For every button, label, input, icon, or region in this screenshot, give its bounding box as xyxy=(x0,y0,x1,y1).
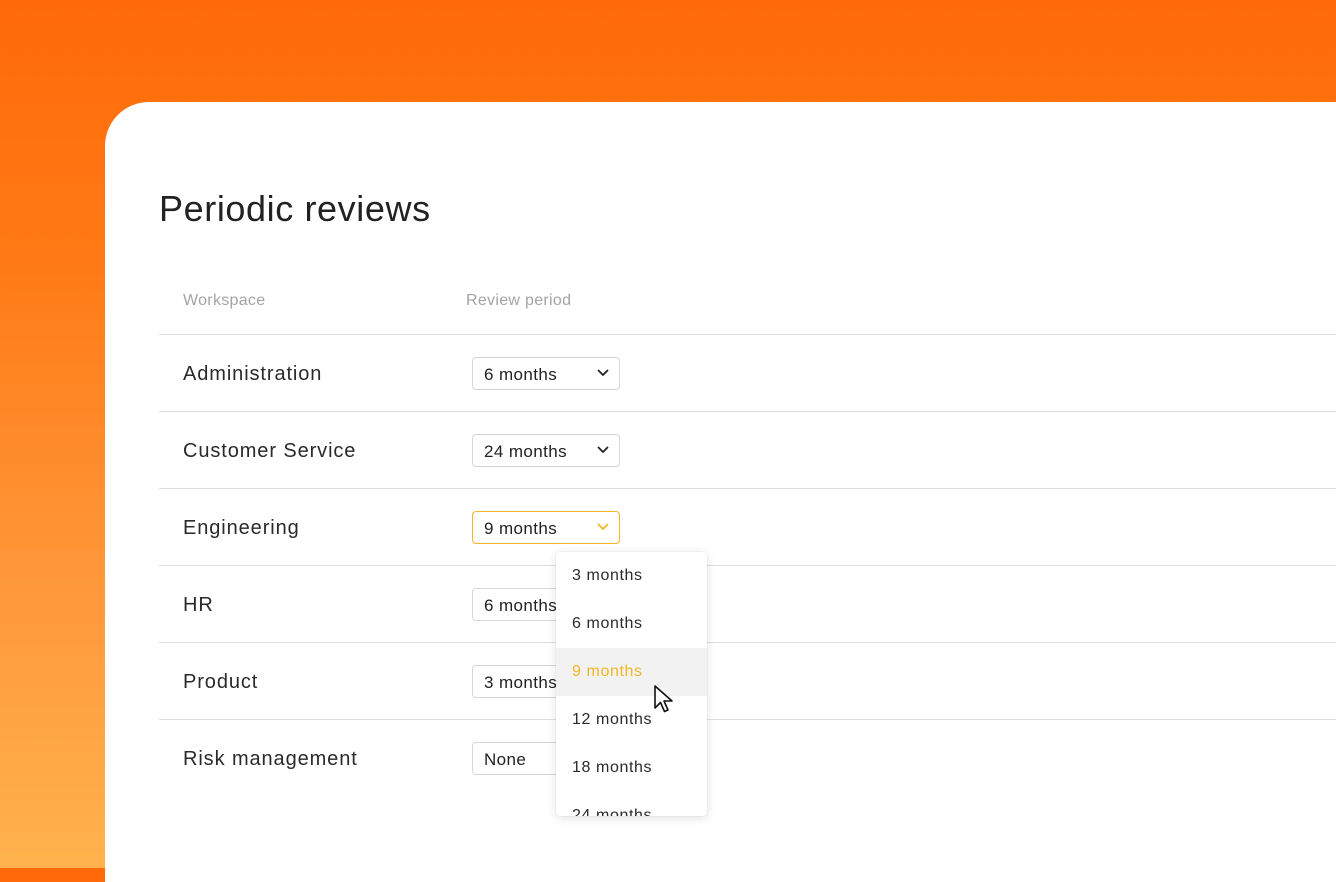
select-value: 3 months xyxy=(484,673,558,692)
workspace-name: HR xyxy=(183,594,214,616)
table-row: Risk management None xyxy=(159,720,1336,796)
workspace-name: Administration xyxy=(183,363,323,385)
review-period-select[interactable]: 24 months xyxy=(472,434,620,467)
chevron-down-icon xyxy=(597,446,609,453)
select-value: 24 months xyxy=(484,442,567,461)
select-value: 9 months xyxy=(484,519,558,538)
dropdown-option[interactable]: 24 months xyxy=(556,792,707,816)
chevron-down-icon xyxy=(597,369,609,376)
dropdown-option[interactable]: 18 months xyxy=(556,744,707,792)
table-row: Customer Service 24 months xyxy=(159,412,1336,489)
dropdown-option[interactable]: 6 months xyxy=(556,600,707,648)
column-header-workspace: Workspace xyxy=(183,292,266,309)
reviews-card: Periodic reviews Workspace Review period… xyxy=(105,102,1336,882)
select-value: None xyxy=(484,750,527,769)
review-period-select[interactable]: 6 months xyxy=(472,357,620,390)
workspace-name: Engineering xyxy=(183,517,300,539)
dropdown-option[interactable]: 3 months xyxy=(556,552,707,600)
workspace-name: Risk management xyxy=(183,748,358,770)
table-row: HR 6 months xyxy=(159,566,1336,643)
table-row: Engineering 9 months xyxy=(159,489,1336,566)
table-row: Administration 6 months xyxy=(159,335,1336,412)
dropdown-option[interactable]: 12 months xyxy=(556,696,707,744)
table-row: Product 3 months xyxy=(159,643,1336,720)
workspace-name: Customer Service xyxy=(183,440,357,462)
table-header: Workspace Review period xyxy=(159,292,1336,335)
review-period-dropdown-menu: 3 months 6 months 9 months 12 months 18 … xyxy=(556,552,707,816)
mouse-pointer-icon xyxy=(654,685,673,713)
workspace-table: Administration 6 months Customer Service… xyxy=(159,335,1336,796)
dropdown-option-selected[interactable]: 9 months xyxy=(556,648,707,696)
page-title: Periodic reviews xyxy=(159,188,431,229)
review-period-select[interactable]: 9 months xyxy=(472,511,620,544)
select-value: 6 months xyxy=(484,596,558,615)
column-header-review-period: Review period xyxy=(466,292,572,309)
select-value: 6 months xyxy=(484,365,558,384)
chevron-down-icon xyxy=(597,523,609,530)
workspace-name: Product xyxy=(183,671,259,693)
